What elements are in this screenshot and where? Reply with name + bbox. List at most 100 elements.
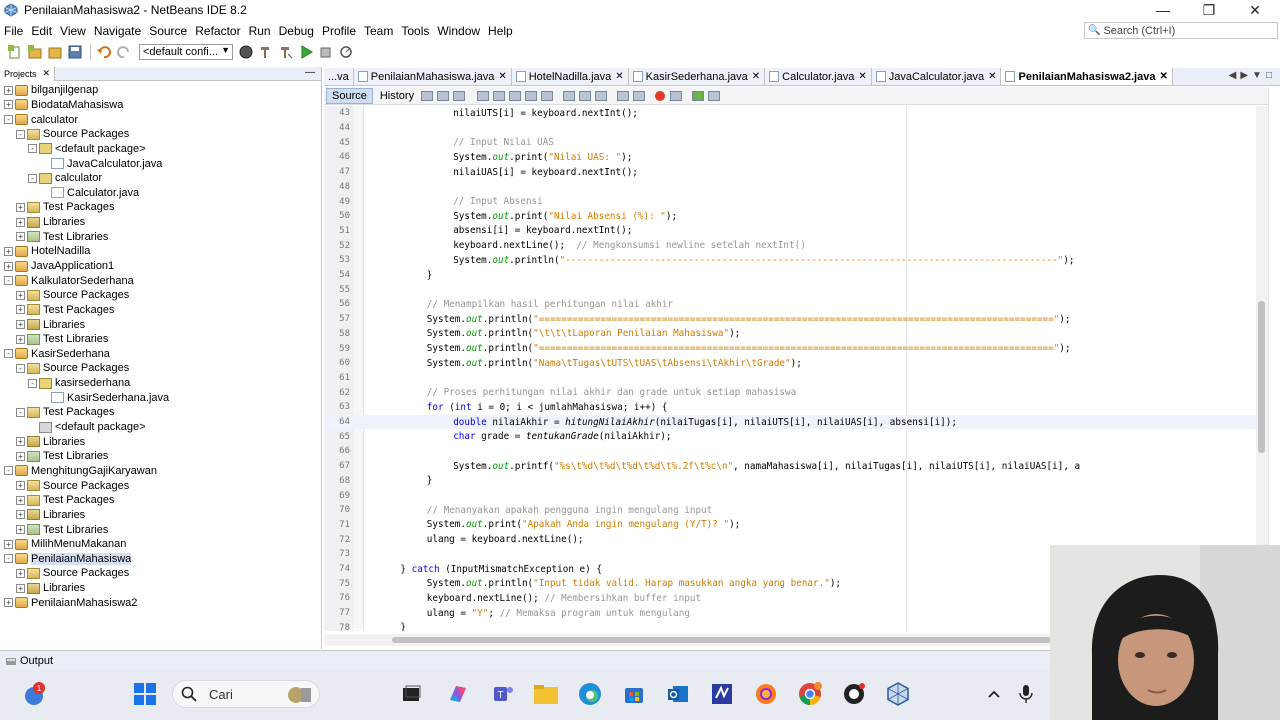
- find-previous-icon[interactable]: [493, 90, 506, 101]
- code-line[interactable]: 47 nilaiUAS[i] = keyboard.nextInt();: [324, 165, 1256, 180]
- code-line[interactable]: 70 // Menanyakan apakah pengguna ingin me…: [324, 503, 1256, 518]
- code-line[interactable]: 61: [324, 371, 1256, 386]
- expand-icon[interactable]: +: [16, 437, 25, 447]
- microphone-icon[interactable]: [1012, 680, 1040, 708]
- editor-tab[interactable]: Calculator.java ✕: [765, 68, 872, 85]
- expand-icon[interactable]: +: [16, 495, 25, 505]
- collapse-icon[interactable]: -: [4, 466, 13, 476]
- outlook-icon[interactable]: [664, 680, 692, 708]
- tree-item[interactable]: + JavaApplication1: [0, 259, 322, 274]
- close-tab-icon[interactable]: ✕: [988, 71, 996, 82]
- code-line[interactable]: 62 // Proses perhitungan nilai akhir dan …: [324, 385, 1256, 400]
- run-icon[interactable]: [297, 44, 315, 60]
- code-line[interactable]: 64 double nilaiAkhir = hitungNilaiAkhir(n…: [324, 414, 1256, 430]
- code-line[interactable]: 43 nilaiUTS[i] = keyboard.nextInt();: [324, 106, 1256, 121]
- menu-edit[interactable]: Edit: [27, 24, 56, 38]
- expand-icon[interactable]: +: [16, 481, 25, 491]
- code-line[interactable]: 46 System.out.print("Nilai UAS: ");: [324, 150, 1256, 165]
- code-line[interactable]: 48: [324, 180, 1256, 195]
- expand-icon[interactable]: +: [16, 334, 25, 344]
- tree-item[interactable]: + Test Libraries: [0, 449, 322, 464]
- tree-item[interactable]: - KasirSederhana: [0, 347, 322, 362]
- collapse-icon[interactable]: -: [16, 363, 25, 373]
- open-project-icon[interactable]: [46, 44, 64, 60]
- menu-profile[interactable]: Profile: [318, 24, 360, 38]
- previous-bookmark-icon[interactable]: [563, 90, 576, 101]
- code-line[interactable]: 56 // Menampilkan hasil perhitungan nilai…: [324, 297, 1256, 312]
- collapse-icon[interactable]: -: [28, 378, 37, 388]
- close-tab-icon[interactable]: ✕: [752, 71, 760, 82]
- code-line[interactable]: 65 char grade = tentukanGrade(nilaiAkhir)…: [324, 429, 1256, 444]
- menu-refactor[interactable]: Refactor: [191, 24, 244, 38]
- tree-item[interactable]: + Test Packages: [0, 200, 322, 215]
- editor-tab[interactable]: JavaCalculator.java ✕: [871, 68, 1002, 85]
- tree-item[interactable]: + HotelNadilla: [0, 244, 322, 259]
- tree-item[interactable]: + MilihMenuMakanan: [0, 537, 322, 552]
- last-edit-icon[interactable]: [421, 90, 434, 101]
- configuration-select[interactable]: <default confi... ▼: [139, 44, 233, 60]
- editor-tab[interactable]: KasirSederhana.java ✕: [628, 68, 766, 85]
- stop-macro-icon[interactable]: [670, 90, 683, 101]
- code-line[interactable]: 57 System.out.println("==================…: [324, 312, 1256, 327]
- history-tab[interactable]: History: [375, 89, 419, 103]
- code-line[interactable]: 58 System.out.println("\t\t\tLaporan Peni…: [324, 327, 1256, 342]
- vertical-scroll-thumb[interactable]: [1258, 301, 1265, 453]
- expand-icon[interactable]: +: [4, 85, 13, 95]
- expand-icon[interactable]: +: [16, 232, 25, 242]
- code-line[interactable]: 52 keyboard.nextLine(); // Mengkonsumsi n…: [324, 238, 1256, 253]
- tree-item[interactable]: + Source Packages: [0, 478, 322, 493]
- tree-item[interactable]: + Test Libraries: [0, 332, 322, 347]
- code-line[interactable]: 51 absensi[i] = keyboard.nextInt();: [324, 224, 1256, 239]
- code-line[interactable]: 69: [324, 488, 1256, 503]
- minimize-button[interactable]: —: [1140, 0, 1186, 20]
- code-line[interactable]: 59 System.out.println("==================…: [324, 341, 1256, 356]
- projects-tab[interactable]: Projects ✕: [0, 66, 56, 81]
- expand-icon[interactable]: +: [4, 539, 13, 549]
- collapse-icon[interactable]: -: [16, 407, 25, 417]
- find-next-icon[interactable]: [509, 90, 522, 101]
- code-line[interactable]: 54}: [324, 268, 1256, 283]
- taskbar-search[interactable]: Cari: [172, 680, 320, 708]
- file-explorer-icon[interactable]: [532, 680, 560, 708]
- tree-item[interactable]: Calculator.java: [0, 185, 322, 200]
- collapse-icon[interactable]: -: [16, 129, 25, 139]
- menu-navigate[interactable]: Navigate: [90, 24, 145, 38]
- source-tab[interactable]: Source: [326, 87, 373, 104]
- tree-item[interactable]: - KalkulatorSederhana: [0, 273, 322, 288]
- quick-search-input[interactable]: [1103, 24, 1274, 37]
- code-line[interactable]: 63 for (int i = 0; i < jumlahMahasiswa; i…: [324, 400, 1256, 415]
- tree-item[interactable]: - Test Packages: [0, 405, 322, 420]
- chrome-icon[interactable]: [796, 680, 824, 708]
- toggle-rectangular-icon[interactable]: [541, 90, 554, 101]
- undo-icon[interactable]: [95, 44, 113, 60]
- debug-icon[interactable]: [317, 44, 335, 60]
- editor-tab[interactable]: PenilaianMahasiswa2.java ✕: [1001, 68, 1173, 85]
- clean-build-icon[interactable]: [277, 44, 295, 60]
- code-line[interactable]: 71 System.out.print("Apakah Anda ingin me…: [324, 518, 1256, 533]
- menu-run[interactable]: Run: [245, 24, 275, 38]
- tree-item[interactable]: - calculator: [0, 112, 322, 127]
- show-hidden-icons-chevron-icon[interactable]: [980, 680, 1008, 708]
- profile-icon[interactable]: [337, 44, 355, 60]
- tree-item[interactable]: + BiodataMahasiswa: [0, 98, 322, 113]
- menu-debug[interactable]: Debug: [275, 24, 318, 38]
- tree-item[interactable]: - <default package>: [0, 142, 322, 157]
- code-line[interactable]: 68}: [324, 474, 1256, 489]
- collapse-icon[interactable]: -: [4, 115, 13, 125]
- tree-item[interactable]: - PenilaianMahasiswa: [0, 552, 322, 567]
- redo-icon[interactable]: [115, 44, 133, 60]
- collapse-icon[interactable]: -: [4, 554, 13, 564]
- editor-tab[interactable]: HotelNadilla.java ✕: [511, 68, 629, 85]
- forward-icon[interactable]: [453, 90, 466, 101]
- code-line[interactable]: 49 // Input Absensi: [324, 194, 1256, 209]
- uncomment-icon[interactable]: [708, 90, 721, 101]
- tree-item[interactable]: + Test Libraries: [0, 522, 322, 537]
- github-desktop-icon[interactable]: [840, 680, 868, 708]
- start-button-icon[interactable]: [131, 680, 159, 708]
- tree-item[interactable]: - Source Packages: [0, 361, 322, 376]
- collapse-icon[interactable]: -: [4, 276, 13, 286]
- edge-icon[interactable]: [576, 680, 604, 708]
- tree-item[interactable]: + Libraries: [0, 581, 322, 596]
- tree-item[interactable]: + Source Packages: [0, 566, 322, 581]
- editor-tab[interactable]: ...va: [324, 68, 354, 85]
